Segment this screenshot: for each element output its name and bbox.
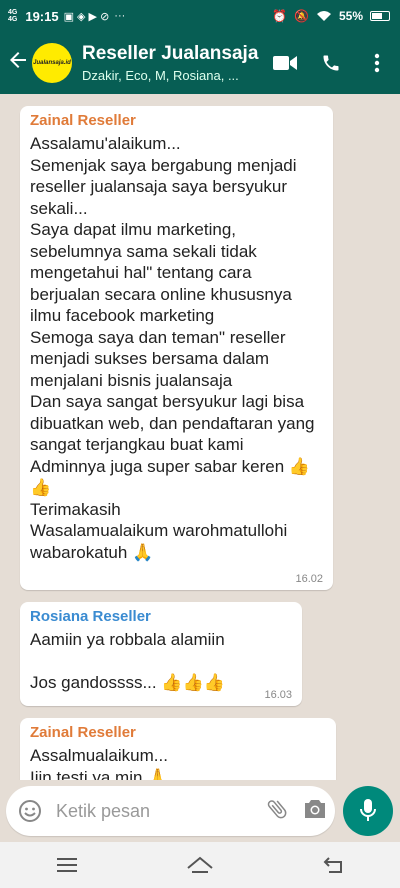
message-bubble[interactable]: Zainal Reseller Assalamu'alaikum... Seme… [20,106,333,590]
back-nav-button[interactable] [303,845,363,885]
voice-record-button[interactable] [343,786,393,836]
back-button[interactable] [0,50,30,76]
battery-icon [370,11,390,21]
silent-icon: 🔕 [294,9,309,23]
group-title: Reseller Jualansaja [82,43,259,64]
wifi-icon [316,11,331,21]
group-info[interactable]: Reseller Jualansaja Dzakir, Eco, M, Rosi… [82,43,262,83]
mic-icon [360,799,376,821]
compose-box [6,786,335,836]
more-vert-icon [374,53,380,73]
message-text: Assalamu'alaikum... Semenjak saya bergab… [30,134,315,562]
attach-icon [267,799,287,818]
home-button[interactable] [170,845,230,885]
camera-button[interactable] [303,798,327,825]
clock: 19:15 [25,8,59,24]
group-members: Dzakir, Eco, M, Rosiana, ... [82,68,239,83]
emoji-button[interactable] [16,797,44,825]
attach-button[interactable] [265,797,289,826]
system-nav-bar [0,842,400,888]
more-options-button[interactable] [354,43,400,83]
message-sender: Zainal Reseller [30,112,136,129]
battery-percent: 55% [338,9,363,23]
message-time: 16.02 [295,573,323,585]
home-icon [187,856,213,873]
network-indicator: 4G 4G [8,9,18,23]
video-call-icon [273,56,297,70]
message-text: Assalmualaikum... Ijin testi ya min 🙏 [30,746,169,780]
status-bar: 4G 4G 19:15 ▣ ◈ ▶ ⊘ ··· ⏰ 🔕 55% [0,0,400,32]
emoji-icon [19,800,41,822]
phone-icon [323,55,339,71]
back-arrow-icon [10,52,26,68]
notification-icons: ▣ ◈ ▶ ⊘ [63,10,110,23]
group-avatar[interactable]: Jualansaja.id [32,43,72,83]
chat-area[interactable]: Zainal Reseller Assalamu'alaikum... Seme… [0,94,400,780]
camera-icon [305,799,325,818]
back-nav-icon [323,857,343,873]
alarm-icon: ⏰ [272,9,288,23]
message-bubble[interactable]: Rosiana Reseller Aamiin ya robbala alami… [20,602,302,706]
message-sender: Zainal Reseller [30,724,136,741]
message-text: Aamiin ya robbala alamiin Jos gandossss.… [30,630,225,692]
chat-header: Jualansaja.id Reseller Jualansaja Dzakir… [0,32,400,94]
compose-bar [0,780,400,842]
voice-call-button[interactable] [308,43,354,83]
message-bubble[interactable]: Zainal Reseller Assalmualaikum... Ijin t… [20,718,336,780]
overflow-dots: ··· [114,10,126,22]
message-time: 16.03 [264,689,292,701]
video-call-button[interactable] [262,43,308,83]
message-sender: Rosiana Reseller [30,608,151,625]
recent-apps-button[interactable] [37,845,97,885]
menu-icon [56,858,77,872]
message-input[interactable] [56,800,226,822]
